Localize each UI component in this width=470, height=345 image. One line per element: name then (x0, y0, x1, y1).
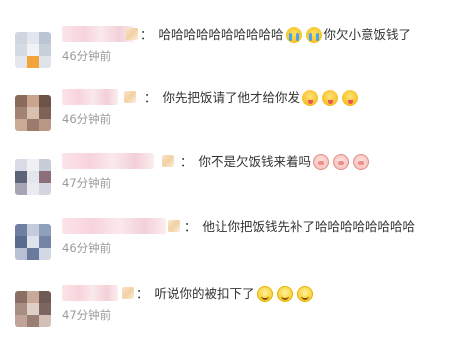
comment-time: 47分钟前 (62, 308, 112, 322)
user-badge-icon (162, 155, 174, 167)
comment-text: ： 你先把饭请了他才给你发 (144, 89, 360, 107)
comment-text: ： 你不是欠饭钱来着吗 (180, 153, 371, 171)
comment-item: ： 听说你的被扣下了 47分钟前 (0, 283, 470, 345)
pig-face-icon (313, 154, 330, 170)
avatar[interactable] (15, 95, 51, 131)
comment-time: 47分钟前 (62, 176, 112, 190)
crying-face-icon (305, 27, 322, 43)
commenter-name-blurred[interactable] (62, 26, 134, 42)
user-badge-icon (124, 91, 136, 103)
tongue-face-icon (342, 90, 359, 106)
avatar[interactable] (15, 32, 51, 68)
smile-face-icon (256, 286, 273, 302)
comment-item: ： 你先把饭请了他才给你发 46分钟前 (0, 87, 470, 149)
comment-time: 46分钟前 (62, 112, 112, 126)
avatar[interactable] (15, 224, 51, 260)
comment-item: ： 哈哈哈哈哈哈哈哈哈哈 你欠小意饭钱了 46分钟前 (0, 24, 470, 86)
comment-time: 46分钟前 (62, 49, 112, 63)
comment-text: ： 哈哈哈哈哈哈哈哈哈哈 你欠小意饭钱了 (140, 27, 412, 43)
smile-face-icon (296, 286, 313, 302)
avatar[interactable] (15, 291, 51, 327)
commenter-name-blurred[interactable] (62, 89, 118, 105)
commenter-name-blurred[interactable] (62, 218, 166, 234)
smile-face-icon (276, 286, 293, 302)
comment-item: ： 你不是欠饭钱来着吗 47分钟前 (0, 151, 470, 213)
crying-face-icon (285, 27, 302, 43)
comment-time: 46分钟前 (62, 241, 112, 255)
user-badge-icon (122, 287, 134, 299)
user-badge-icon (168, 220, 180, 232)
pig-face-icon (353, 154, 370, 170)
comment-item: ： 他让你把饭钱先补了哈哈哈哈哈哈哈哈 46分钟前 (0, 216, 470, 278)
tongue-face-icon (322, 90, 339, 106)
commenter-name-blurred[interactable] (62, 153, 154, 169)
commenter-name-blurred[interactable] (62, 285, 118, 301)
user-badge-icon (126, 28, 138, 40)
comment-text: ： 他让你把饭钱先补了哈哈哈哈哈哈哈哈 (184, 219, 416, 234)
comment-text: ： 听说你的被扣下了 (136, 285, 315, 303)
pig-face-icon (333, 154, 350, 170)
tongue-face-icon (302, 90, 319, 106)
avatar[interactable] (15, 159, 51, 195)
